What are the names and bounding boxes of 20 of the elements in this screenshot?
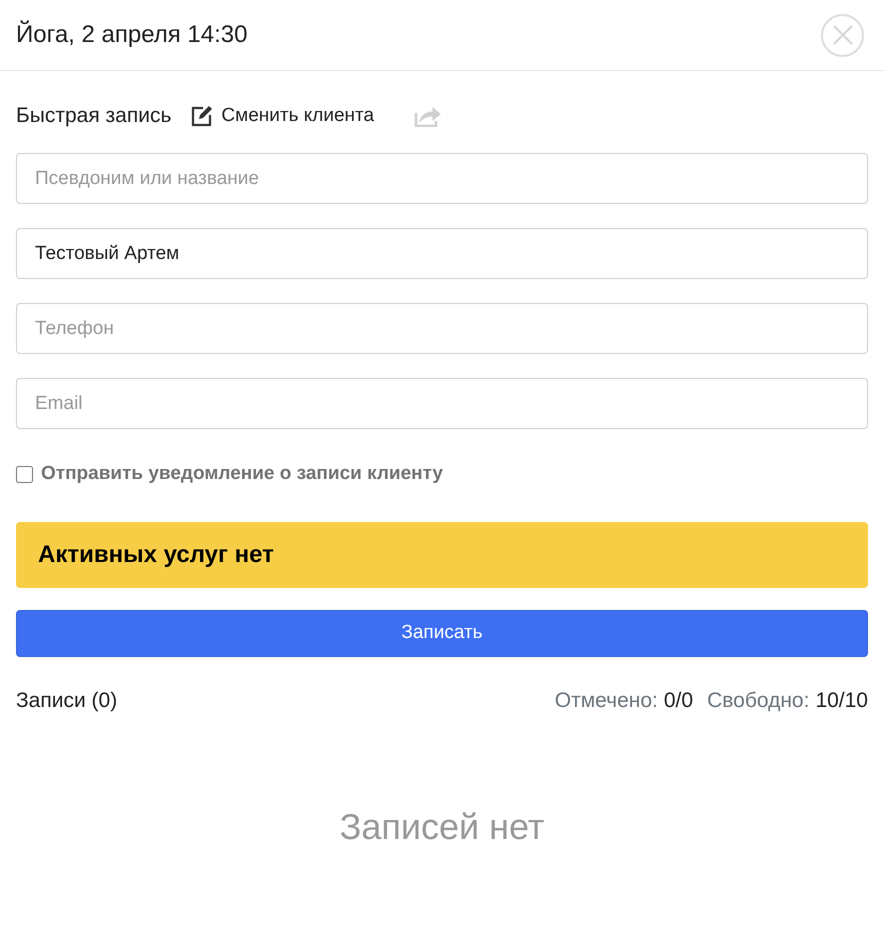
input-field[interactable]: Псевдоним или название	[16, 153, 868, 204]
entries-count: Записи (0)	[16, 688, 118, 714]
input-field[interactable]: Email	[16, 378, 868, 429]
input-field[interactable]: Тестовый Артем	[16, 228, 868, 279]
notify-checkbox[interactable]	[16, 466, 33, 483]
input-field[interactable]: Телефон	[16, 303, 868, 354]
free-value: 10/10	[815, 688, 868, 714]
marked-label: Отмечено:	[554, 688, 658, 714]
notify-label: Отправить уведомление о записи клиенту	[41, 462, 443, 486]
empty-message: Записей нет	[340, 805, 544, 849]
quick-entry-label: Быстрая запись	[16, 103, 172, 130]
edit-icon	[191, 105, 214, 127]
close-icon	[832, 24, 854, 46]
free-label: Свободно:	[707, 688, 810, 714]
window-title: Йога, 2 апреля 14:30	[16, 19, 248, 50]
change-client-link[interactable]: Сменить клиента	[191, 102, 374, 130]
close-button[interactable]	[821, 14, 864, 56]
marked-value: 0/0	[664, 688, 694, 714]
alert-text: Активных услуг нет	[38, 540, 274, 570]
submit-button[interactable]: Записать	[16, 610, 868, 656]
